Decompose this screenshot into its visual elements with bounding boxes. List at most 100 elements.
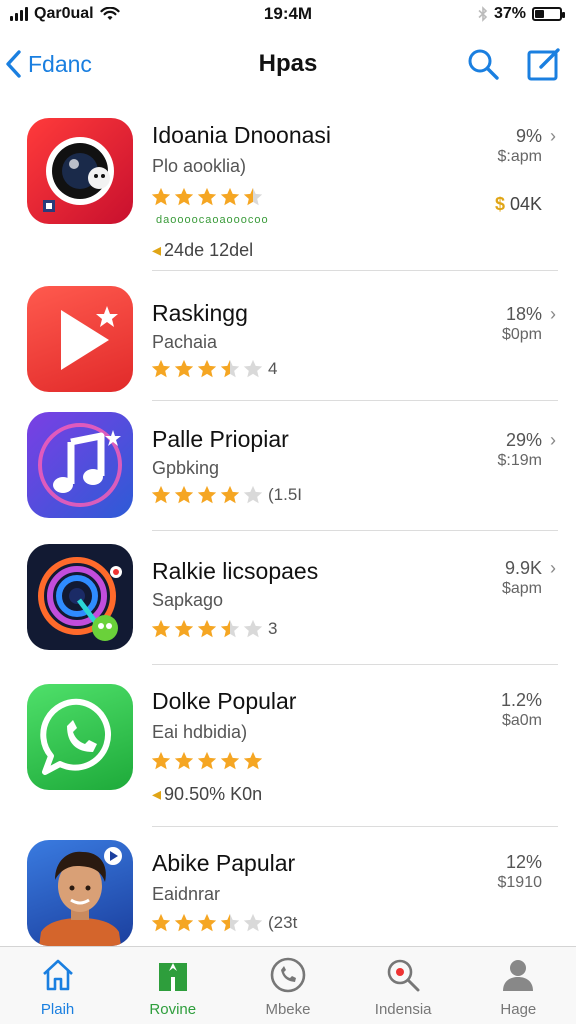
tab-indensia[interactable]: Indensia bbox=[348, 955, 458, 1018]
app-icon-video bbox=[27, 286, 133, 392]
divider bbox=[152, 826, 558, 827]
tab-hage[interactable]: Hage bbox=[463, 955, 573, 1018]
star-rating bbox=[150, 912, 264, 934]
home-icon bbox=[38, 955, 78, 995]
app-subtitle: Plo aooklia) bbox=[152, 156, 247, 176]
chat-bubble-icon bbox=[40, 698, 112, 775]
tab-home[interactable]: Plaih bbox=[3, 955, 113, 1018]
star-icon bbox=[220, 913, 240, 932]
star-icon bbox=[243, 913, 263, 932]
app-icon-music bbox=[27, 412, 133, 518]
rating-count: (23t bbox=[268, 913, 298, 932]
star-icon bbox=[151, 751, 171, 770]
app-icon-camera bbox=[27, 118, 133, 224]
wifi-icon bbox=[99, 7, 120, 20]
star-icon bbox=[151, 485, 171, 504]
app-row[interactable]: Abike Papular Eaidnrar (23t 12% $1910 bbox=[0, 840, 576, 950]
star-icon bbox=[243, 359, 263, 378]
search-button[interactable] bbox=[466, 47, 500, 81]
app-row[interactable]: Raskingg Pachaia 4 18% › $0pm bbox=[0, 286, 576, 396]
app-extra: ◂ 90.50% K0n bbox=[152, 784, 262, 805]
star-icon bbox=[151, 913, 171, 932]
chevron-right-icon: › bbox=[550, 304, 556, 324]
star-icon bbox=[243, 751, 263, 770]
app-extra: ◂ 24de 12del bbox=[152, 240, 253, 261]
dollar-icon: $ bbox=[494, 194, 505, 214]
app-icon-profile bbox=[27, 840, 133, 946]
chevron-right-icon: › bbox=[550, 126, 556, 146]
tab-label: Indensia bbox=[374, 1001, 432, 1018]
extra-text: 90.50% K0n bbox=[164, 784, 263, 804]
app-price: $a0m bbox=[501, 712, 542, 729]
star-icon bbox=[174, 485, 194, 504]
star-icon bbox=[220, 619, 240, 638]
rating: (1.5I bbox=[150, 484, 302, 506]
camera-icon bbox=[43, 137, 114, 212]
rating: 4 bbox=[150, 358, 277, 380]
app-subtitle: Gpbking bbox=[152, 458, 220, 478]
app-row[interactable]: Dolke Popular Eai hdbidia) ◂ 90.50% K0n … bbox=[0, 684, 576, 814]
star-icon bbox=[174, 913, 194, 932]
nav-actions bbox=[466, 46, 562, 82]
compose-icon bbox=[527, 48, 560, 81]
app-price: $0pm bbox=[501, 326, 542, 343]
compose-button[interactable] bbox=[526, 46, 562, 82]
divider bbox=[152, 664, 558, 665]
battery-percent: 37% bbox=[493, 5, 526, 22]
tab-mbeke[interactable]: Mbeke bbox=[233, 955, 343, 1018]
app-name: Palle Priopiar bbox=[152, 426, 289, 452]
back-label: Fdanc bbox=[28, 50, 92, 77]
tab-bar: Plaih Rovine Mbeke Indensia Hage bbox=[0, 946, 576, 1024]
star-rating bbox=[150, 618, 264, 640]
star-icon bbox=[174, 619, 194, 638]
app-screen: Qar0ual 19:4M 37% Fdanc Hpas Idoania Dno… bbox=[0, 0, 576, 1024]
app-icon-game bbox=[27, 544, 133, 650]
app-subtitle: Eai hdbidia) bbox=[152, 722, 248, 742]
side-price: $ 04K bbox=[495, 194, 542, 215]
app-subtitle: Eaidnrar bbox=[152, 884, 221, 904]
rating-count: 3 bbox=[268, 619, 278, 638]
swirl-game-icon bbox=[38, 557, 122, 641]
divider bbox=[152, 270, 558, 271]
rating-count: 4 bbox=[268, 359, 278, 378]
battery-fill bbox=[535, 10, 544, 18]
signal-icon bbox=[10, 7, 28, 21]
star-icon bbox=[174, 751, 194, 770]
star-icon bbox=[220, 751, 240, 770]
chevron-right-icon: › bbox=[550, 430, 556, 450]
bluetooth-icon bbox=[478, 6, 488, 22]
tab-label: Plaih bbox=[40, 1001, 75, 1018]
star-icon bbox=[243, 619, 263, 638]
carrier-label: Qar0ual bbox=[34, 5, 94, 22]
app-price: $apm bbox=[501, 580, 542, 597]
star-rating bbox=[150, 186, 264, 208]
app-row[interactable]: Ralkie licsopaes Sapkago 3 9.9K › $apm bbox=[0, 544, 576, 654]
star-rating bbox=[150, 750, 264, 772]
star-icon bbox=[151, 619, 171, 638]
app-price: $1910 bbox=[497, 874, 543, 891]
tag-line: daoooocaoaooocoo bbox=[156, 214, 269, 226]
star-icon bbox=[220, 187, 240, 206]
star-icon bbox=[220, 359, 240, 378]
app-percent: 9% bbox=[515, 126, 542, 146]
search-icon bbox=[468, 49, 499, 80]
app-name: Ralkie licsopaes bbox=[152, 558, 319, 584]
status-right: 37% bbox=[478, 5, 565, 23]
side-price-value: 04K bbox=[509, 194, 542, 214]
tab-rovine[interactable]: Rovine bbox=[118, 955, 228, 1018]
app-price: $:apm bbox=[497, 148, 542, 165]
chevron-left-icon bbox=[6, 50, 21, 78]
star-icon bbox=[243, 187, 263, 206]
tab-label: Hage bbox=[500, 1001, 537, 1018]
rating-count: (1.5I bbox=[268, 485, 303, 504]
bookmark-icon bbox=[153, 955, 193, 995]
star-rating bbox=[150, 484, 264, 506]
app-icon-chat bbox=[27, 684, 133, 790]
app-percent: 18% bbox=[505, 304, 542, 324]
star-icon bbox=[151, 359, 171, 378]
battery-icon bbox=[532, 7, 565, 21]
app-row[interactable]: Palle Priopiar Gpbking (1.5I 29% › $:19m bbox=[0, 412, 576, 522]
avatar-icon bbox=[39, 847, 122, 946]
back-button[interactable]: Fdanc bbox=[4, 49, 92, 79]
app-row[interactable]: Idoania Dnoonasi Plo aooklia) daoooocaoa… bbox=[0, 118, 576, 268]
